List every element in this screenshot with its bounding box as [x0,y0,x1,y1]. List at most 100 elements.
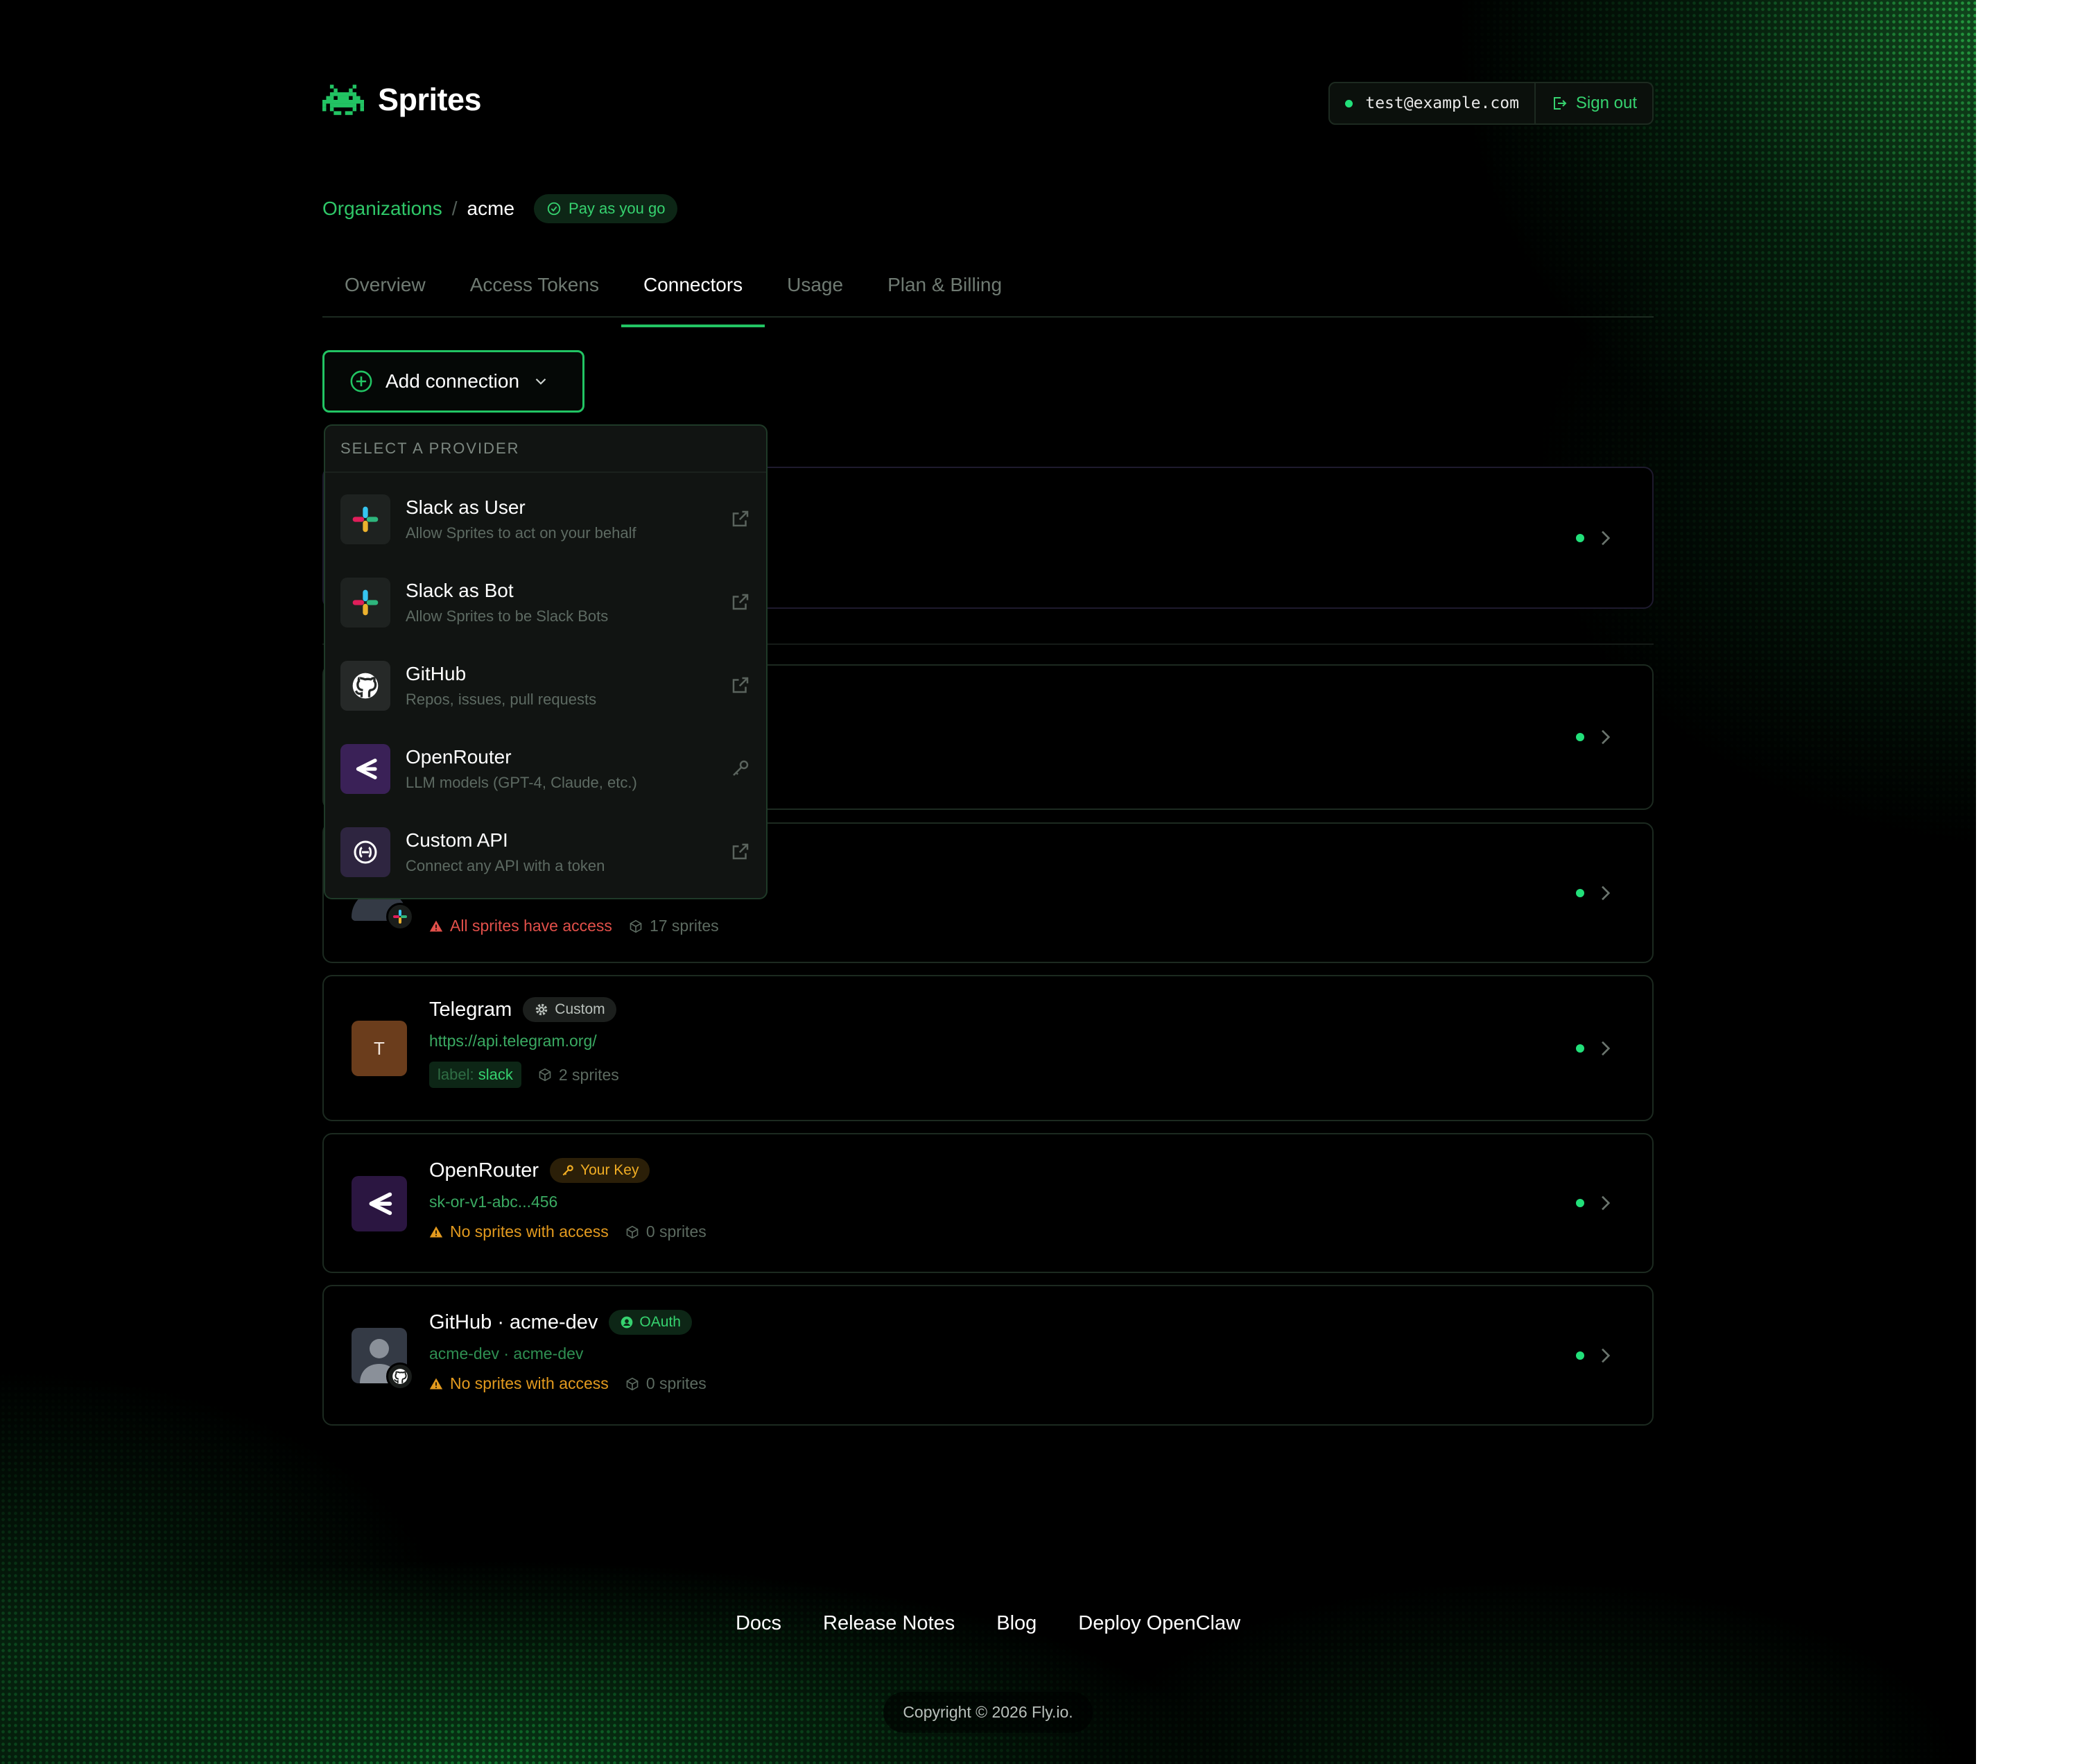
app-logo[interactable]: Sprites [322,82,482,118]
footer-link-release-notes[interactable]: Release Notes [823,1612,955,1635]
access-warning-text: No sprites with access [450,1374,609,1392]
sprite-invader-icon [322,85,364,115]
add-connection-label: Add connection [385,370,520,392]
external-link-icon [732,677,749,693]
external-link-icon [732,843,749,860]
provider-desc: LLM models (GPT-4, Claude, etc.) [406,774,637,791]
status-dot [1576,1044,1584,1053]
masked-api-key: sk-or-v1-abc...456 [429,1193,558,1211]
window-edge [1976,0,2080,1764]
footer-link-blog[interactable]: Blog [996,1612,1037,1635]
user-circle-icon [621,1316,633,1329]
connection-card-github[interactable]: GitHub · acme-dev OAuth acme-dev · acme-… [322,1285,1654,1426]
provider-title: Custom API [406,829,508,851]
breadcrumb-organizations-link[interactable]: Organizations [322,198,442,220]
connection-card-openrouter[interactable]: OpenRouter Your Key sk-or-v1-abc...456 N… [322,1133,1654,1273]
slack-icon [340,494,390,544]
sprite-count: 2 sprites [538,1066,619,1084]
openrouter-icon [369,1192,392,1216]
access-warning: All sprites have access [429,917,612,935]
access-warning: No sprites with access [429,1222,609,1241]
footer-nav: Docs Release Notes Blog Deploy OpenClaw [0,1612,2080,1635]
provider-dropdown: SELECT A PROVIDER Slack as User Allow Sp… [324,424,768,899]
plan-badge-label: Pay as you go [569,200,666,217]
openrouter-icon [340,744,390,794]
access-warning: No sprites with access [429,1374,609,1393]
external-link-icon [732,594,749,610]
dropdown-header: SELECT A PROVIDER [325,426,766,473]
tab-plan-billing[interactable]: Plan & Billing [865,263,1024,316]
footer-link-deploy-openclaw[interactable]: Deploy OpenClaw [1078,1612,1240,1635]
provider-slack-bot[interactable]: Slack as Bot Allow Sprites to be Slack B… [340,568,754,637]
slack-icon [386,903,414,931]
provider-custom-api[interactable]: Custom API Connect any API with a token [340,818,754,887]
app-name: Sprites [378,82,482,117]
plan-badge: Pay as you go [534,194,678,223]
connection-title: GitHub · acme-dev [429,1311,598,1333]
key-icon [733,760,749,776]
cube-icon [626,1225,639,1238]
chevron-right-icon[interactable] [1594,726,1616,748]
cube-icon [630,919,642,933]
tab-access-tokens[interactable]: Access Tokens [448,263,621,316]
add-connection-button[interactable]: Add connection [322,350,584,413]
access-warning-text: No sprites with access [450,1222,609,1240]
your-key-badge: Your Key [550,1158,650,1183]
your-key-badge-label: Your Key [580,1162,639,1178]
provider-openrouter[interactable]: OpenRouter LLM models (GPT-4, Claude, et… [340,734,754,804]
warning-icon [429,1226,443,1237]
tab-connectors[interactable]: Connectors [621,263,765,327]
breadcrumb: Organizations / acme Pay as you go [322,194,678,223]
sign-out-button[interactable]: Sign out [1536,83,1652,123]
slack-icon [340,578,390,628]
online-status-dot [1345,99,1353,107]
chevron-right-icon[interactable] [1594,882,1616,904]
sprite-count: 0 sprites [625,1222,707,1241]
connection-title: OpenRouter [429,1159,539,1182]
check-circle-icon [547,202,561,216]
copyright: Copyright © 2026 Fly.io. [0,1692,1976,1733]
external-link-icon [732,510,749,527]
account-email-text: test@example.com [1365,94,1519,112]
chevron-right-icon[interactable] [1594,1192,1616,1214]
sprite-count-text: 2 sprites [558,1065,619,1084]
connection-title: Telegram [429,998,512,1021]
provider-desc: Connect any API with a token [406,857,605,874]
status-dot [1576,1351,1584,1360]
provider-title: Slack as Bot [406,580,514,601]
provider-slack-user[interactable]: Slack as User Allow Sprites to act on yo… [340,485,754,554]
access-warning-text: All sprites have access [450,917,612,935]
sprite-count-text: 17 sprites [649,917,719,935]
warning-icon [429,920,443,931]
oauth-badge: OAuth [609,1310,692,1335]
chevron-right-icon[interactable] [1594,527,1616,549]
chevron-right-icon[interactable] [1594,1037,1616,1060]
status-dot [1576,733,1584,741]
custom-badge: Custom [523,997,616,1022]
provider-github[interactable]: GitHub Repos, issues, pull requests [340,651,754,720]
footer-link-docs[interactable]: Docs [736,1612,781,1635]
provider-desc: Allow Sprites to act on your behalf [406,524,636,542]
chevron-right-icon[interactable] [1594,1344,1616,1367]
api-icon [340,827,390,877]
connection-url: https://api.telegram.org/ [429,1032,597,1050]
sprite-count-text: 0 sprites [645,1374,707,1392]
gear-icon [536,1003,548,1016]
tab-usage[interactable]: Usage [765,263,865,316]
telegram-avatar: T [352,1021,407,1076]
github-icon [386,1363,414,1390]
tab-bar: Overview Access Tokens Connectors Usage … [322,263,1654,327]
breadcrumb-separator: / [451,198,458,219]
provider-desc: Allow Sprites to be Slack Bots [406,607,609,625]
key-icon [562,1165,573,1176]
label-chip: label: slack [429,1062,521,1088]
chevron-down-icon [535,378,546,385]
provider-title: Slack as User [406,496,526,518]
openrouter-avatar [352,1176,407,1231]
tab-overview[interactable]: Overview [322,263,448,316]
provider-desc: Repos, issues, pull requests [406,691,597,708]
github-account: acme-dev · acme-dev [429,1344,584,1363]
connection-card-telegram[interactable]: T Telegram Custom https://api.telegram.o… [322,975,1654,1121]
status-dot [1576,888,1584,897]
breadcrumb-current: acme [467,198,515,219]
